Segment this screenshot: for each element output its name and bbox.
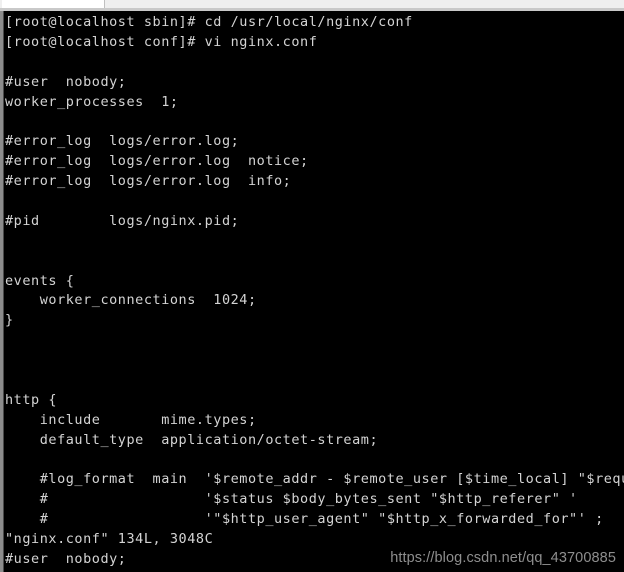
- terminal-output-area[interactable]: [root@localhost sbin]# cd /usr/local/ngi…: [4, 11, 624, 572]
- terminal-line: #pid logs/nginx.pid;: [5, 212, 240, 229]
- terminal-line: #error_log logs/error.log;: [5, 133, 240, 150]
- terminal-line: }: [5, 312, 14, 329]
- terminal-line: [root@localhost conf]# vi nginx.conf: [5, 33, 318, 50]
- terminal-line: default_type application/octet-stream;: [5, 431, 379, 448]
- terminal-window: [root@localhost sbin]# cd /usr/local/ngi…: [0, 0, 624, 572]
- terminal-line: # '"$http_user_agent" "$http_x_forwarded…: [5, 511, 604, 528]
- terminal-line: "nginx.conf" 134L, 3048C: [5, 531, 214, 548]
- watermark-text: https://blog.csdn.net/qq_43700885: [390, 550, 616, 566]
- terminal-line: events {: [5, 272, 75, 289]
- terminal-line: [root@localhost sbin]# cd /usr/local/ngi…: [5, 14, 413, 30]
- terminal-line: include mime.types;: [5, 411, 257, 428]
- terminal-line: #error_log logs/error.log notice;: [5, 153, 309, 170]
- terminal-line: #log_format main '$remote_addr - $remote…: [5, 471, 624, 488]
- terminal-line: #error_log logs/error.log info;: [5, 173, 292, 190]
- terminal-line: worker_connections 1024;: [5, 292, 257, 309]
- terminal-line-list: [root@localhost sbin]# cd /usr/local/ngi…: [5, 13, 624, 572]
- terminal-line: worker_processes 1;: [5, 93, 179, 110]
- terminal-line: http {: [5, 391, 58, 408]
- terminal-line: #user nobody;: [5, 73, 127, 90]
- terminal-line: # '$status $body_bytes_sent "$http_refer…: [5, 491, 578, 508]
